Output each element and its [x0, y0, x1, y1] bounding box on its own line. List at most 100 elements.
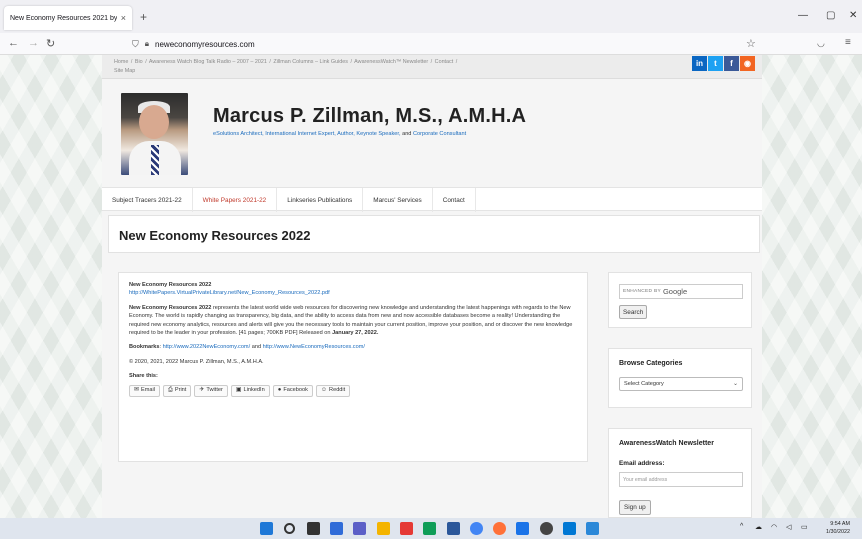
post-content: New Economy Resources 2022 http://WhiteP… — [118, 272, 588, 462]
browser-tab[interactable]: New Economy Resources 2021 by M × — [4, 6, 132, 30]
battery-icon[interactable]: ▭ — [801, 523, 808, 531]
share-email-button[interactable]: ✉ Email — [129, 384, 161, 397]
topnav-sep: / — [130, 59, 133, 65]
bookmarks-label: Bookmarks — [129, 344, 160, 351]
topnav-link-home[interactable]: Home — [114, 59, 128, 65]
topnav-link-radio[interactable]: Awareness Watch Blog Talk Radio – 2007 –… — [149, 59, 267, 65]
widgets-icon[interactable] — [330, 522, 343, 535]
pocket-icon[interactable]: ◡ — [817, 38, 825, 49]
topnav-sep: / — [350, 59, 352, 65]
url-bar[interactable]: ⛉ 🔒︎ neweconomyresources.com — [132, 36, 762, 52]
twitter-icon[interactable]: t — [708, 56, 723, 71]
top-bar: Home / Bio / Awareness Watch Blog Talk R… — [102, 55, 762, 79]
printer-icon: ⎙ — [168, 387, 173, 394]
share-print-button[interactable]: ⎙ Print — [163, 384, 192, 397]
page-title-box: New Economy Resources 2022 — [108, 215, 760, 253]
task-view-icon[interactable] — [307, 522, 320, 535]
topnav-link-bio[interactable]: Bio — [135, 59, 143, 65]
page-title: New Economy Resources 2022 — [119, 228, 311, 243]
category-select[interactable]: Select Category ⌄ — [619, 377, 743, 391]
chevron-down-icon: ⌄ — [732, 381, 738, 387]
topnav-sep: / — [145, 59, 147, 65]
page-viewport: Home / Bio / Awareness Watch Blog Talk R… — [0, 55, 862, 518]
app-icon-blue[interactable] — [516, 522, 529, 535]
bookmark-link-1[interactable]: http://www.2022NewEconomy.com/ — [163, 344, 251, 350]
nav-white-papers[interactable]: White Papers 2021-22 — [193, 188, 278, 212]
search-widget: ENHANCED BY Google Search — [608, 272, 752, 328]
categories-widget: Browse Categories Select Category ⌄ — [608, 348, 752, 408]
chevron-up-icon[interactable]: ^ — [740, 523, 743, 530]
hamburger-menu-icon[interactable]: ≡ — [845, 37, 851, 48]
top-navigation: Home / Bio / Awareness Watch Blog Talk R… — [114, 58, 534, 76]
bookmark-star-icon[interactable]: ☆ — [746, 37, 756, 50]
bookmarks-line: Bookmarks: http://www.2022NewEconomy.com… — [129, 344, 365, 351]
cloud-icon[interactable]: ☁ — [755, 523, 762, 531]
search-icon[interactable] — [284, 523, 295, 534]
author-photo — [121, 93, 188, 175]
search-button[interactable]: Search — [619, 305, 648, 319]
forward-arrow-icon[interactable]: → — [28, 37, 39, 49]
tab-close-icon[interactable]: × — [121, 13, 126, 23]
app-icon-dark[interactable] — [540, 522, 553, 535]
app-icon-check[interactable] — [586, 522, 599, 535]
clock-time: 9:54 AM — [830, 521, 850, 527]
wifi-icon[interactable]: ◠ — [771, 523, 777, 531]
post-pdf-link[interactable]: http://WhitePapers.VirtualPrivateLibrary… — [129, 290, 330, 296]
share-linkedin-button[interactable]: ▣ LinkedIn — [230, 384, 270, 397]
share-buttons: ✉ Email ⎙ Print ✈ Twitter ▣ LinkedIn ● Facebo… — [129, 384, 577, 397]
office-icon[interactable] — [400, 522, 413, 535]
signup-button[interactable]: Sign up — [619, 500, 651, 515]
google-search-input[interactable]: ENHANCED BY Google — [619, 284, 743, 299]
topnav-sep: / — [455, 59, 458, 65]
start-icon[interactable] — [260, 522, 273, 535]
clock-date: 1/30/2022 — [826, 529, 850, 535]
app-icon-green[interactable] — [423, 522, 436, 535]
email-field[interactable]: Your email address — [619, 472, 743, 487]
topnav-link-newsletter[interactable]: AwarenessWatch™ Newsletter — [354, 59, 428, 65]
nav-subject-tracers[interactable]: Subject Tracers 2021-22 — [102, 188, 193, 212]
minimize-button[interactable]: — — [798, 10, 808, 21]
nav-contact[interactable]: Contact — [433, 188, 476, 212]
topnav-sep: / — [269, 59, 271, 65]
site-title[interactable]: Marcus P. Zillman, M.S., A.M.H.A — [213, 105, 526, 128]
rss-icon[interactable]: ◉ — [740, 56, 755, 71]
site-header: Marcus P. Zillman, M.S., A.M.H.A eSoluti… — [102, 79, 762, 187]
share-reddit-button[interactable]: ☺ Reddit — [315, 384, 351, 397]
main-navigation: Subject Tracers 2021-22 White Papers 202… — [102, 187, 762, 212]
shield-icon[interactable]: ⛉ — [132, 39, 139, 50]
topnav-link-columns[interactable]: Zillman Columns – Link Guides — [273, 59, 348, 65]
newsletter-title: AwarenessWatch Newsletter — [619, 440, 714, 447]
site-tagline: eSolutions Architect, International Inte… — [213, 131, 466, 137]
file-explorer-icon[interactable] — [377, 522, 390, 535]
topnav-link-contact[interactable]: Contact — [435, 59, 454, 65]
close-window-button[interactable]: ✕ — [849, 10, 857, 21]
new-tab-button[interactable]: + — [140, 10, 147, 24]
reload-icon[interactable]: ↻ — [46, 37, 55, 50]
taskbar-clock[interactable]: 9:54 AM 1/30/2022 — [826, 520, 850, 536]
nav-services[interactable]: Marcus' Services — [363, 188, 433, 212]
restore-button[interactable]: ▢ — [826, 10, 835, 21]
store-icon[interactable] — [563, 522, 576, 535]
lock-icon[interactable]: 🔒︎ — [145, 39, 149, 49]
firefox-icon[interactable] — [493, 522, 506, 535]
site-container: Home / Bio / Awareness Watch Blog Talk R… — [102, 55, 762, 518]
facebook-icon[interactable]: f — [724, 56, 739, 71]
post-body: New Economy Resources 2022 represents th… — [129, 304, 577, 338]
volume-icon[interactable]: ◁ — [786, 523, 791, 531]
facebook-small-icon: ● — [277, 387, 282, 394]
back-arrow-icon[interactable]: ← — [8, 37, 19, 49]
share-facebook-button[interactable]: ● Facebook — [272, 384, 313, 397]
browser-tabbar: New Economy Resources 2021 by M × + — ▢ … — [0, 0, 862, 33]
tagline-part-b: Corporate Consultant — [412, 131, 467, 137]
topnav-link-sitemap[interactable]: Site Map — [114, 68, 135, 74]
copyright-text: © 2020, 2021, 2022 Marcus P. Zillman, M.… — [129, 358, 264, 365]
chat-icon[interactable] — [353, 522, 366, 535]
linkedin-icon[interactable]: in — [692, 56, 707, 71]
twitter-bird-icon: ✈ — [199, 387, 205, 394]
envelope-icon: ✉ — [134, 387, 140, 394]
bookmark-link-2[interactable]: http://www.NewEconomyResources.com/ — [263, 344, 365, 350]
share-twitter-button[interactable]: ✈ Twitter — [194, 384, 228, 397]
nav-linkseries[interactable]: Linkseries Publications — [277, 188, 364, 212]
word-icon[interactable] — [447, 522, 460, 535]
chrome-icon[interactable] — [470, 522, 483, 535]
